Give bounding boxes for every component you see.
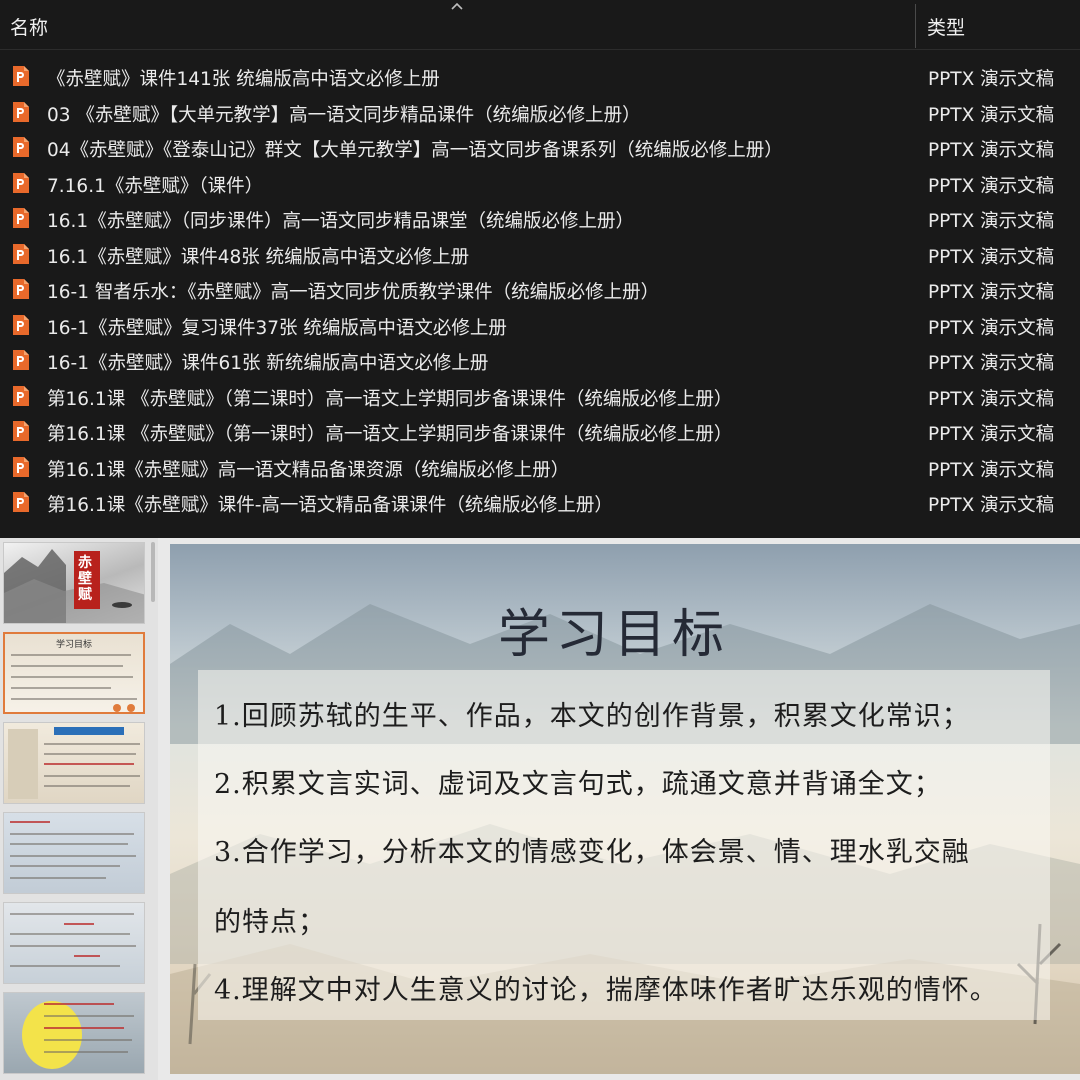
slide-thumbnail-1[interactable]: 赤壁赋 [3,542,145,624]
slide-thumbnail-6[interactable] [3,992,145,1074]
file-name: 16.1《赤壁赋》课件48张 统编版高中语文必修上册 [47,246,470,268]
file-row[interactable]: 04《赤壁赋》《登泰山记》群文【大单元教学】高一语文同步备课系列（统编版必修上册… [0,129,1080,165]
column-header-type[interactable]: 类型 [927,13,965,40]
file-name: 第16.1课 《赤壁赋》（第二课时）高一语文上学期同步备课课件（统编版必修上册） [47,388,733,410]
file-name: 16-1 智者乐水：《赤壁赋》高一语文同步优质教学课件（统编版必修上册） [47,282,660,303]
objective-2: 2.积累文言实词、虚词及文言句式，疏通文意并背诵全文； [214,769,942,800]
file-type: PPTX 演示文稿 [928,246,1055,268]
file-name: 7.16.1《赤壁赋》（课件） [47,175,264,197]
file-row[interactable]: 16.1《赤壁赋》（同步课件）高一语文同步精品课堂（统编版必修上册） PPTX 演… [0,200,1080,236]
file-type: PPTX 演示文稿 [928,104,1055,126]
current-slide[interactable]: 学习目标 1.回顾苏轼的生平、作品，本文的创作背景，积累文化常识； 2.积累文言… [170,544,1080,1074]
pptx-file-icon [13,243,29,264]
thumbnail-scrollbar[interactable] [151,542,155,602]
objective-3-continued: 的特点； [214,907,326,938]
file-row[interactable]: 16-1 智者乐水：《赤壁赋》高一语文同步优质教学课件（统编版必修上册） PPTX… [0,271,1080,307]
objective-4: 4.理解文中对人生意义的讨论，揣摩体味作者旷达乐观的情怀。 [214,975,998,1006]
pptx-file-icon [13,350,29,370]
pptx-file-icon [13,314,29,335]
file-type: PPTX 演示文稿 [928,388,1055,410]
slide-title: 学习目标 [497,605,730,665]
pptx-file-icon [13,137,29,157]
file-type: PPTX 演示文稿 [928,424,1055,445]
file-row[interactable]: 第16.1课 《赤壁赋》（第一课时）高一语文上学期同步备课课件（统编版必修上册）… [0,413,1080,449]
file-row[interactable]: 16.1《赤壁赋》课件48张 统编版高中语文必修上册 PPTX 演示文稿 [0,236,1080,272]
pptx-file-icon [13,208,29,228]
column-divider[interactable] [915,4,916,48]
file-type: PPTX 演示文稿 [928,282,1055,303]
objective-3: 3.合作学习，分析本文的情感变化，体会景、情、理水乳交融 [214,837,970,868]
pptx-file-icon [13,492,29,512]
file-list: 《赤壁赋》课件141张 统编版高中语文必修上册 PPTX 演示文稿 03 《赤壁赋》… [0,58,1080,520]
presentation-viewer: 赤壁赋 学习目标 学习目标 1.回顾苏轼的生平、作品，本文的创作背景，积累文化常… [0,538,1080,1080]
file-name: 16.1《赤壁赋》（同步课件）高一语文同步精品课堂（统编版必修上册） [47,211,634,232]
file-name: 第16.1课 《赤壁赋》（第一课时）高一语文上学期同步备课课件（统编版必修上册） [47,424,733,445]
pptx-file-icon [13,456,29,477]
slide-thumbnail-4[interactable] [3,812,145,894]
thumb-1-title: 赤壁赋 [78,555,92,603]
objective-1: 1.回顾苏轼的生平、作品，本文的创作背景，积累文化常识； [214,701,970,732]
slide-thumbnail-5[interactable] [3,902,145,984]
list-header: 名称 类型 [0,0,1080,50]
slide-thumbnail-pane: 赤壁赋 学习目标 [0,538,158,1080]
file-row[interactable]: 《赤壁赋》课件141张 统编版高中语文必修上册 PPTX 演示文稿 [0,58,1080,94]
pptx-file-icon [13,66,29,86]
pptx-file-icon [13,385,29,406]
slide-thumbnail-2[interactable]: 学习目标 [3,632,145,714]
file-name: 《赤壁赋》课件141张 统编版高中语文必修上册 [47,69,440,90]
file-row[interactable]: 16-1《赤壁赋》复习课件37张 统编版高中语文必修上册 PPTX 演示文稿 [0,307,1080,343]
file-name: 16-1《赤壁赋》课件61张 新统编版高中语文必修上册 [47,353,489,374]
file-row[interactable]: 7.16.1《赤壁赋》（课件） PPTX 演示文稿 [0,165,1080,201]
chevron-up-icon[interactable] [450,1,464,11]
file-type: PPTX 演示文稿 [928,317,1055,339]
pptx-file-icon [13,172,29,193]
file-row[interactable]: 第16.1课《赤壁赋》高一语文精品备课资源（统编版必修上册） PPTX 演示文稿 [0,449,1080,485]
file-type: PPTX 演示文稿 [928,353,1055,374]
file-name: 03 《赤壁赋》【大单元教学】高一语文同步精品课件（统编版必修上册） [47,104,641,126]
file-type: PPTX 演示文稿 [928,459,1055,481]
ink-landscape-image [4,549,144,623]
file-type: PPTX 演示文稿 [928,495,1055,516]
file-row[interactable]: 03 《赤壁赋》【大单元教学】高一语文同步精品课件（统编版必修上册） PPTX 演… [0,94,1080,130]
file-type: PPTX 演示文稿 [928,211,1055,232]
file-type: PPTX 演示文稿 [928,175,1055,197]
thumb-2-title: 学习目标 [55,640,92,650]
file-name: 第16.1课《赤壁赋》课件-高一语文精品备课课件（统编版必修上册） [47,495,613,516]
column-header-name[interactable]: 名称 [10,13,48,40]
file-list-panel: 名称 类型 《赤壁赋》课件141张 统编版高中语文必修上册 PPTX 演示文稿 03… [0,0,1080,538]
file-row[interactable]: 16-1《赤壁赋》课件61张 新统编版高中语文必修上册 PPTX 演示文稿 [0,342,1080,378]
slide-thumbnail-3[interactable] [3,722,145,804]
file-type: PPTX 演示文稿 [928,69,1055,90]
pptx-file-icon [13,101,29,122]
pptx-file-icon [13,421,29,441]
file-name: 04《赤壁赋》《登泰山记》群文【大单元教学】高一语文同步备课系列（统编版必修上册… [47,140,783,161]
file-row[interactable]: 第16.1课《赤壁赋》课件-高一语文精品备课课件（统编版必修上册） PPTX 演示… [0,484,1080,520]
pptx-file-icon [13,279,29,299]
file-type: PPTX 演示文稿 [928,140,1055,161]
file-name: 16-1《赤壁赋》复习课件37张 统编版高中语文必修上册 [47,317,507,339]
file-name: 第16.1课《赤壁赋》高一语文精品备课资源（统编版必修上册） [47,459,570,481]
file-row[interactable]: 第16.1课 《赤壁赋》（第二课时）高一语文上学期同步备课课件（统编版必修上册）… [0,378,1080,414]
